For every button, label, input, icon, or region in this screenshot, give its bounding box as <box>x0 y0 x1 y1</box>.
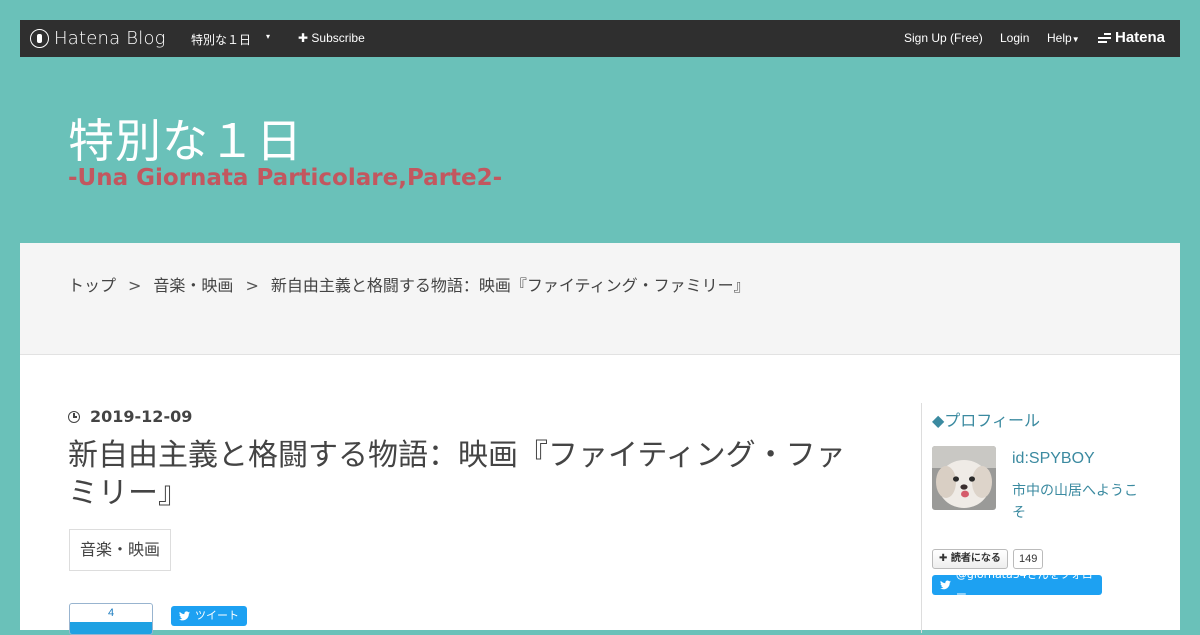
plus-icon: ✚ <box>298 31 309 45</box>
entry-date-text: 2019-12-09 <box>90 407 193 426</box>
bookmark-strip <box>70 622 152 634</box>
hatena-blog-logo[interactable]: Hatena Blog <box>30 28 166 49</box>
subscribe-button[interactable]: ✚ Subscribe <box>298 31 365 45</box>
breadcrumb-top[interactable]: トップ <box>68 276 116 295</box>
follow-label: @giornata34さんをフォロー <box>955 568 1093 601</box>
reader-label: 読者になる <box>950 553 1001 564</box>
chevron-down-icon[interactable]: ▾ <box>266 32 270 41</box>
sidebar-divider <box>921 403 922 633</box>
subscribe-label: Subscribe <box>311 31 365 45</box>
entry-date[interactable]: 2019-12-09 <box>68 407 192 426</box>
profile-user-id[interactable]: id:SPYBOY <box>1012 450 1095 468</box>
breadcrumb-current: 新自由主義と格闘する物語：映画『ファイティング・ファミリー』 <box>270 276 750 295</box>
profile-description: 市中の山居へようこそ <box>1012 483 1138 521</box>
avatar[interactable] <box>932 446 996 510</box>
profile-heading: ◆プロフィール <box>932 411 1040 430</box>
blog-title[interactable]: 特別な１日 <box>68 105 303 171</box>
hatena-label: Hatena <box>1115 29 1166 46</box>
plus-icon: ✚ <box>939 553 948 564</box>
breadcrumb-category[interactable]: 音楽・映画 <box>153 276 233 295</box>
twitter-bird-icon <box>940 580 951 590</box>
hatena-blog-logo-icon <box>30 29 49 48</box>
tweet-button[interactable]: ツイート <box>171 606 247 626</box>
hatena-logo[interactable]: Hatena <box>1098 29 1165 46</box>
help-label: Help <box>1047 31 1072 45</box>
blog-subtitle: -Una Giornata Particolare,Parte2- <box>68 165 503 191</box>
bookmark-count: 4 <box>107 607 115 619</box>
breadcrumb-separator: > <box>245 276 259 295</box>
clock-icon <box>68 410 80 423</box>
hatena-mark-icon <box>1098 31 1111 45</box>
login-link[interactable]: Login <box>1000 31 1029 45</box>
hatena-bookmark-button[interactable]: 4 <box>69 603 153 635</box>
breadcrumb-panel: トップ > 音楽・映画 > 新自由主義と格闘する物語：映画『ファイティング・ファミリー』 <box>20 243 1180 355</box>
twitter-follow-button[interactable]: @giornata34さんをフォロー <box>932 568 1102 601</box>
chevron-down-icon: ▼ <box>1071 35 1080 44</box>
help-menu[interactable]: Help▼ <box>1047 31 1080 45</box>
global-header: Hatena Blog 特別な１日 ▾ ✚ Subscribe Sign Up … <box>20 20 1180 57</box>
signup-link[interactable]: Sign Up (Free) <box>904 31 983 45</box>
blog-name-menu[interactable]: 特別な１日 <box>191 31 251 48</box>
logo-text: Hatena Blog <box>54 28 166 49</box>
category-tag[interactable]: 音楽・映画 <box>69 529 172 571</box>
entry-title[interactable]: 新自由主義と格闘する物語：映画『ファイティング・ファミリー』 <box>68 437 868 513</box>
breadcrumb-separator: > <box>128 276 142 295</box>
main-content: 2019-12-09 新自由主義と格闘する物語：映画『ファイティング・ファミリー… <box>20 355 1180 635</box>
breadcrumb: トップ > 音楽・映画 > 新自由主義と格闘する物語：映画『ファイティング・ファミリー』 <box>68 272 750 296</box>
dog-avatar-image <box>932 446 996 510</box>
tweet-label: ツイート <box>195 609 239 622</box>
twitter-bird-icon <box>179 611 190 621</box>
